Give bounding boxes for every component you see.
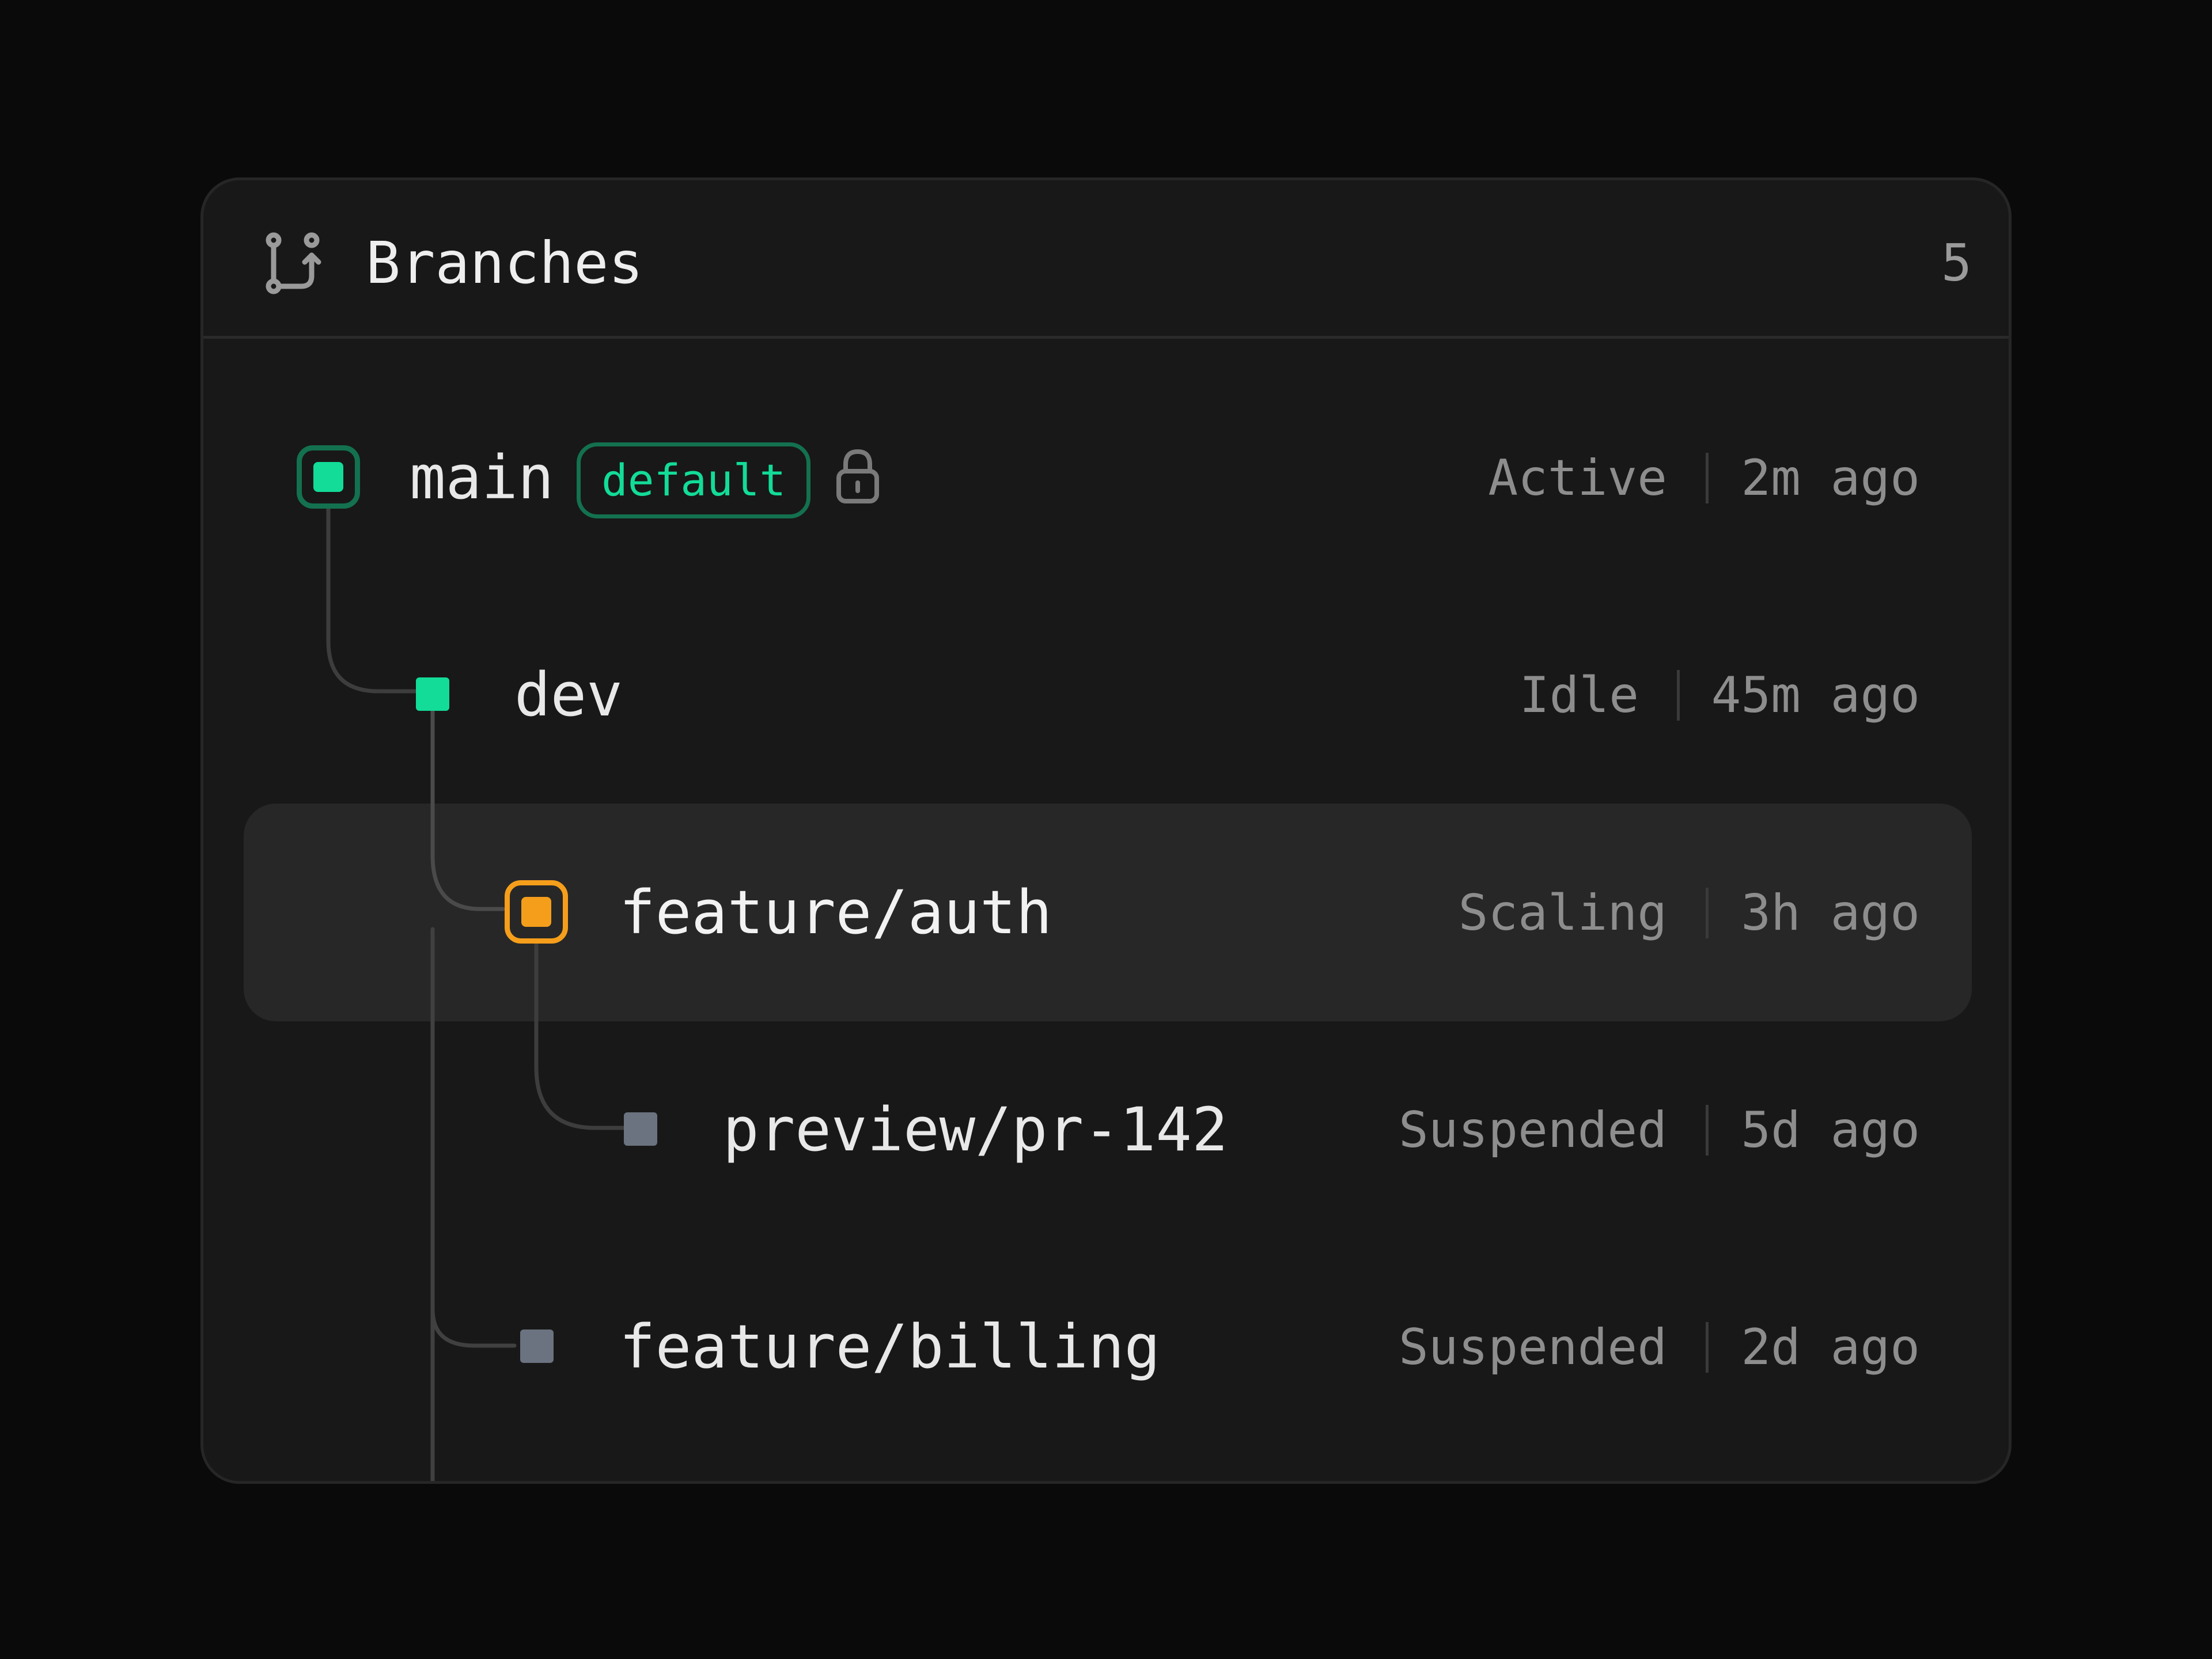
status-text: Idle: [1519, 666, 1639, 724]
branch-name: main: [410, 442, 554, 513]
branch-name: feature/billing: [619, 1312, 1161, 1382]
lock-icon: [836, 449, 879, 503]
last-updated: 2m ago: [1741, 449, 1920, 507]
branch-tree-connectors: [326, 492, 629, 1481]
last-updated: 5d ago: [1741, 1101, 1920, 1159]
branch-node-preview-pr-142: [624, 1112, 657, 1146]
status-divider: [1706, 453, 1709, 503]
status-text: Active: [1488, 449, 1667, 507]
status-divider: [1677, 670, 1680, 721]
branch-node-dev: [416, 677, 449, 711]
branch-node-feature-billing: [520, 1330, 554, 1363]
branch-name: dev: [514, 660, 623, 730]
status-text: Suspended: [1399, 1101, 1667, 1159]
branch-node-main-active: [297, 445, 360, 509]
status-divider: [1706, 888, 1709, 938]
branch-row-preview-pr-142[interactable]: preview/pr-142 Suspended 5d ago: [203, 1083, 2009, 1175]
default-badge: default: [577, 442, 811, 518]
branches-panel: Branches 5 main default Active 2m ago de…: [200, 177, 2012, 1484]
status-text: Suspended: [1399, 1319, 1667, 1376]
last-updated: 3h ago: [1741, 884, 1920, 942]
last-updated: 2d ago: [1741, 1319, 1920, 1376]
branch-row-feature-auth[interactable]: feature/auth Scaling 3h ago: [203, 866, 2009, 958]
last-updated: 45m ago: [1711, 666, 1920, 724]
status-divider: [1706, 1105, 1709, 1156]
branch-row-feature-billing[interactable]: feature/billing Suspended 2d ago: [203, 1300, 2009, 1392]
branch-name: feature/auth: [619, 877, 1052, 948]
branch-row-dev[interactable]: dev Idle 45m ago: [203, 648, 2009, 740]
branch-node-feature-auth-scaling: [505, 880, 568, 944]
branch-row-main[interactable]: main default Active 2m ago: [203, 431, 2009, 523]
branch-name: preview/pr-142: [723, 1094, 1228, 1165]
status-divider: [1706, 1322, 1709, 1373]
status-text: Scaling: [1458, 884, 1667, 942]
